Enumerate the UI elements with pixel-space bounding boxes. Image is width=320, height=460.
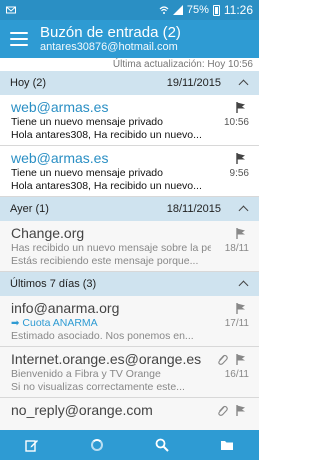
list-item[interactable]: web@armas.es Tiene un nuevo mensaje priv…: [0, 146, 259, 197]
flag-icon[interactable]: [235, 404, 247, 417]
last-update-text: Última actualización: Hoy 10:56: [0, 58, 259, 71]
list-item[interactable]: Internet.orange.es@orange.es Bienvenido …: [0, 347, 259, 398]
status-left: [6, 5, 16, 15]
list-item[interactable]: web@armas.es Tiene un nuevo mensaje priv…: [0, 95, 259, 146]
attachment-icon: [218, 354, 228, 365]
search-icon: [155, 438, 169, 452]
forward-arrow-icon: ➡: [11, 318, 20, 329]
section-date: 19/11/2015: [166, 77, 221, 89]
flag-icon[interactable]: [235, 227, 247, 240]
mail-preview: Hola antares308, Ha recibido un nuevo...: [11, 129, 202, 141]
account-email: antares30876@hotmail.com: [40, 41, 178, 53]
section-name: Ayer (1): [10, 203, 49, 215]
mail-date: 10:56: [223, 117, 249, 128]
app-titles: Buzón de entrada (2) antares30876@hotmai…: [40, 24, 181, 54]
status-bar: 75% 11:26: [0, 0, 259, 20]
mail-subject: Tiene un nuevo mensaje privado: [11, 116, 163, 128]
section-name: Últimos 7 días (3): [10, 278, 97, 290]
mail-preview: Hola antares308, Ha recibido un nuevo...: [11, 180, 202, 192]
search-button[interactable]: [142, 430, 182, 460]
mail-sender: no_reply@orange.com: [11, 402, 153, 418]
mail-sender: info@anarma.org: [11, 300, 120, 316]
mail-list[interactable]: Hoy (2) 19/11/2015 web@armas.es Tiene un…: [0, 71, 259, 430]
flag-icon[interactable]: [235, 353, 247, 366]
mail-subject-row: ➡ Cuota ANARMA: [11, 317, 211, 330]
bottom-toolbar: [0, 430, 259, 460]
collapse-caret-icon[interactable]: [239, 279, 249, 289]
refresh-button[interactable]: [77, 430, 117, 460]
mail-sender: Change.org: [11, 225, 85, 241]
list-item[interactable]: Change.org Has recibido un nuevo mensaje…: [0, 221, 259, 272]
folders-button[interactable]: [207, 430, 247, 460]
section-name: Hoy (2): [10, 77, 47, 89]
menu-icon[interactable]: [10, 32, 28, 46]
mail-subject: Bienvenido a Fibra y TV Orange: [11, 368, 161, 380]
folder-icon: [220, 441, 233, 450]
attachment-icon: [218, 405, 228, 416]
collapse-caret-icon[interactable]: [239, 204, 249, 214]
flag-icon[interactable]: [235, 101, 247, 114]
mail-subject: Tiene un nuevo mensaje privado: [11, 167, 163, 179]
compose-button[interactable]: [12, 430, 52, 460]
flag-icon[interactable]: [235, 302, 247, 315]
collapse-caret-icon[interactable]: [239, 78, 249, 88]
battery-icon: [212, 4, 220, 16]
section-header-yesterday[interactable]: Ayer (1) 18/11/2015: [0, 197, 259, 221]
mail-preview: Estimado asociado. Nos ponemos en...: [11, 330, 194, 342]
battery-percent: 75%: [186, 4, 209, 16]
mail-preview: Estás recibiendo este mensaje porque...: [11, 255, 199, 267]
mail-subject: Has recibido un nuevo mensaje sobre la p…: [11, 242, 211, 254]
signal-icon: [172, 5, 183, 15]
mail-date: 9:56: [229, 168, 249, 179]
list-item[interactable]: no_reply@orange.com: [0, 398, 259, 430]
app-bar: Buzón de entrada (2) antares30876@hotmai…: [0, 20, 259, 58]
loading-spinner-icon: [91, 439, 104, 451]
clock: 11:26: [223, 3, 253, 17]
mail-date: 17/11: [224, 318, 249, 329]
mail-preview: Si no visualizas correctamente este...: [11, 381, 185, 393]
section-header-today[interactable]: Hoy (2) 19/11/2015: [0, 71, 259, 95]
mail-sender: web@armas.es: [11, 99, 109, 115]
section-date: 18/11/2015: [166, 203, 221, 215]
compose-icon: [25, 440, 39, 452]
status-right: 75% 11:26: [159, 3, 253, 17]
mail-date: 16/11: [224, 369, 249, 380]
list-item[interactable]: info@anarma.org ➡ Cuota ANARMA Estimado a…: [0, 296, 259, 347]
mail-subject: Cuota ANARMA: [22, 317, 98, 329]
mail-date: 18/11: [224, 243, 249, 254]
wifi-icon: [159, 6, 169, 14]
mail-sender: web@armas.es: [11, 150, 109, 166]
section-header-last-7-days[interactable]: Últimos 7 días (3): [0, 272, 259, 296]
mail-sender: Internet.orange.es@orange.es: [11, 351, 201, 367]
flag-icon[interactable]: [235, 152, 247, 165]
page-title: Buzón de entrada (2): [40, 24, 181, 41]
mail-notification-icon: [6, 6, 16, 14]
